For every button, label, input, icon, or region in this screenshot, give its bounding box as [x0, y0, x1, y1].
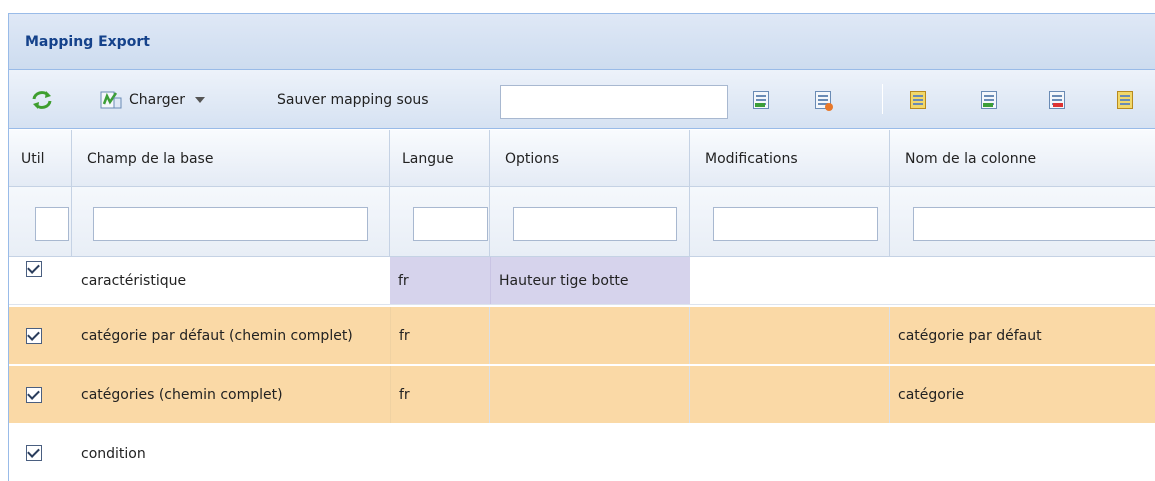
export-icon	[910, 90, 926, 109]
refresh-button[interactable]	[31, 70, 53, 129]
load-mapping-icon	[100, 91, 122, 108]
grid-filter-row	[9, 187, 1155, 257]
load-button[interactable]: Charger	[99, 70, 205, 129]
filter-use-input[interactable]	[35, 207, 69, 241]
col-header-options[interactable]: Options	[490, 130, 690, 187]
use-checkbox[interactable]	[26, 328, 42, 344]
filter-cell-use	[9, 187, 72, 257]
filter-language-input[interactable]	[413, 207, 488, 241]
use-checkbox[interactable]	[26, 445, 42, 461]
col-header-use[interactable]: Util	[9, 130, 72, 187]
filter-cell-options	[490, 187, 690, 257]
language-cell[interactable]: fr	[390, 366, 490, 423]
filter-cell-field	[72, 187, 390, 257]
refresh-icon	[32, 90, 52, 109]
modifications-cell[interactable]	[690, 366, 890, 423]
table-row[interactable]: catégorie par défaut (chemin complet) fr…	[9, 307, 1155, 365]
field-cell: catégorie par défaut (chemin complet)	[81, 327, 353, 344]
chevron-down-icon[interactable]	[195, 96, 205, 103]
filter-field-input[interactable]	[93, 207, 368, 241]
use-checkbox[interactable]	[26, 387, 42, 403]
filter-cell-column-name	[890, 187, 1155, 257]
column-name-cell[interactable]: catégorie	[890, 366, 1155, 423]
col-header-language[interactable]: Langue	[390, 130, 490, 187]
modifications-cell[interactable]	[690, 257, 890, 304]
modifications-cell[interactable]	[690, 425, 890, 481]
filter-cell-modifications	[690, 187, 890, 257]
export-right-button[interactable]	[1049, 70, 1065, 129]
panel-title-bar: Mapping Export	[9, 14, 1155, 70]
filter-cell-language	[390, 187, 490, 257]
edit-doc-button[interactable]	[1117, 70, 1133, 129]
use-checkbox[interactable]	[26, 261, 42, 277]
table-row[interactable]: catégories (chemin complet) fr catégorie	[9, 366, 1155, 424]
arrow-right-doc-icon	[1049, 90, 1065, 109]
export-button[interactable]	[910, 70, 926, 129]
options-cell[interactable]	[490, 307, 690, 364]
mapping-export-panel: Mapping Export Charger Sauver mapping so	[8, 13, 1155, 481]
col-header-field[interactable]: Champ de la base	[72, 130, 390, 187]
field-cell: condition	[81, 445, 146, 462]
load-label: Charger	[129, 91, 185, 108]
table-row[interactable]: caractéristique fr Hauteur tige botte	[9, 257, 1155, 305]
panel-title: Mapping Export	[25, 33, 150, 50]
column-name-cell[interactable]	[890, 425, 1155, 481]
save-as-label-wrap: Sauver mapping sous	[277, 70, 429, 129]
delete-mapping-button[interactable]	[815, 70, 833, 129]
column-name-cell[interactable]	[890, 257, 1155, 304]
filter-modifications-input[interactable]	[713, 207, 878, 241]
edit-doc-icon	[1117, 90, 1133, 109]
field-cell: caractéristique	[81, 272, 187, 289]
grid-header: Util Champ de la base Langue Options Mod…	[9, 130, 1155, 187]
language-cell[interactable]: fr	[390, 307, 490, 364]
language-cell[interactable]	[390, 425, 490, 481]
field-cell: catégories (chemin complet)	[81, 386, 283, 403]
filter-options-input[interactable]	[513, 207, 677, 241]
save-mapping-icon	[753, 90, 769, 109]
col-header-modifications[interactable]: Modifications	[690, 130, 890, 187]
delete-mapping-icon	[815, 90, 833, 111]
options-cell[interactable]	[490, 425, 690, 481]
save-as-label: Sauver mapping sous	[277, 91, 429, 108]
save-mapping-button[interactable]	[753, 70, 769, 129]
arrow-left-doc-icon	[981, 90, 997, 109]
column-name-cell[interactable]: catégorie par défaut	[890, 307, 1155, 364]
save-as-input[interactable]	[500, 85, 728, 119]
toolbar-separator	[882, 84, 883, 114]
toolbar: Charger Sauver mapping sous	[9, 70, 1155, 129]
options-cell[interactable]: Hauteur tige botte	[490, 257, 690, 304]
options-cell[interactable]	[490, 366, 690, 423]
modifications-cell[interactable]	[690, 307, 890, 364]
col-header-column-name[interactable]: Nom de la colonne	[890, 130, 1155, 187]
language-cell[interactable]: fr	[390, 257, 490, 304]
table-row[interactable]: condition	[9, 425, 1155, 481]
import-left-button[interactable]	[981, 70, 997, 129]
filter-column-name-input[interactable]	[913, 207, 1155, 241]
